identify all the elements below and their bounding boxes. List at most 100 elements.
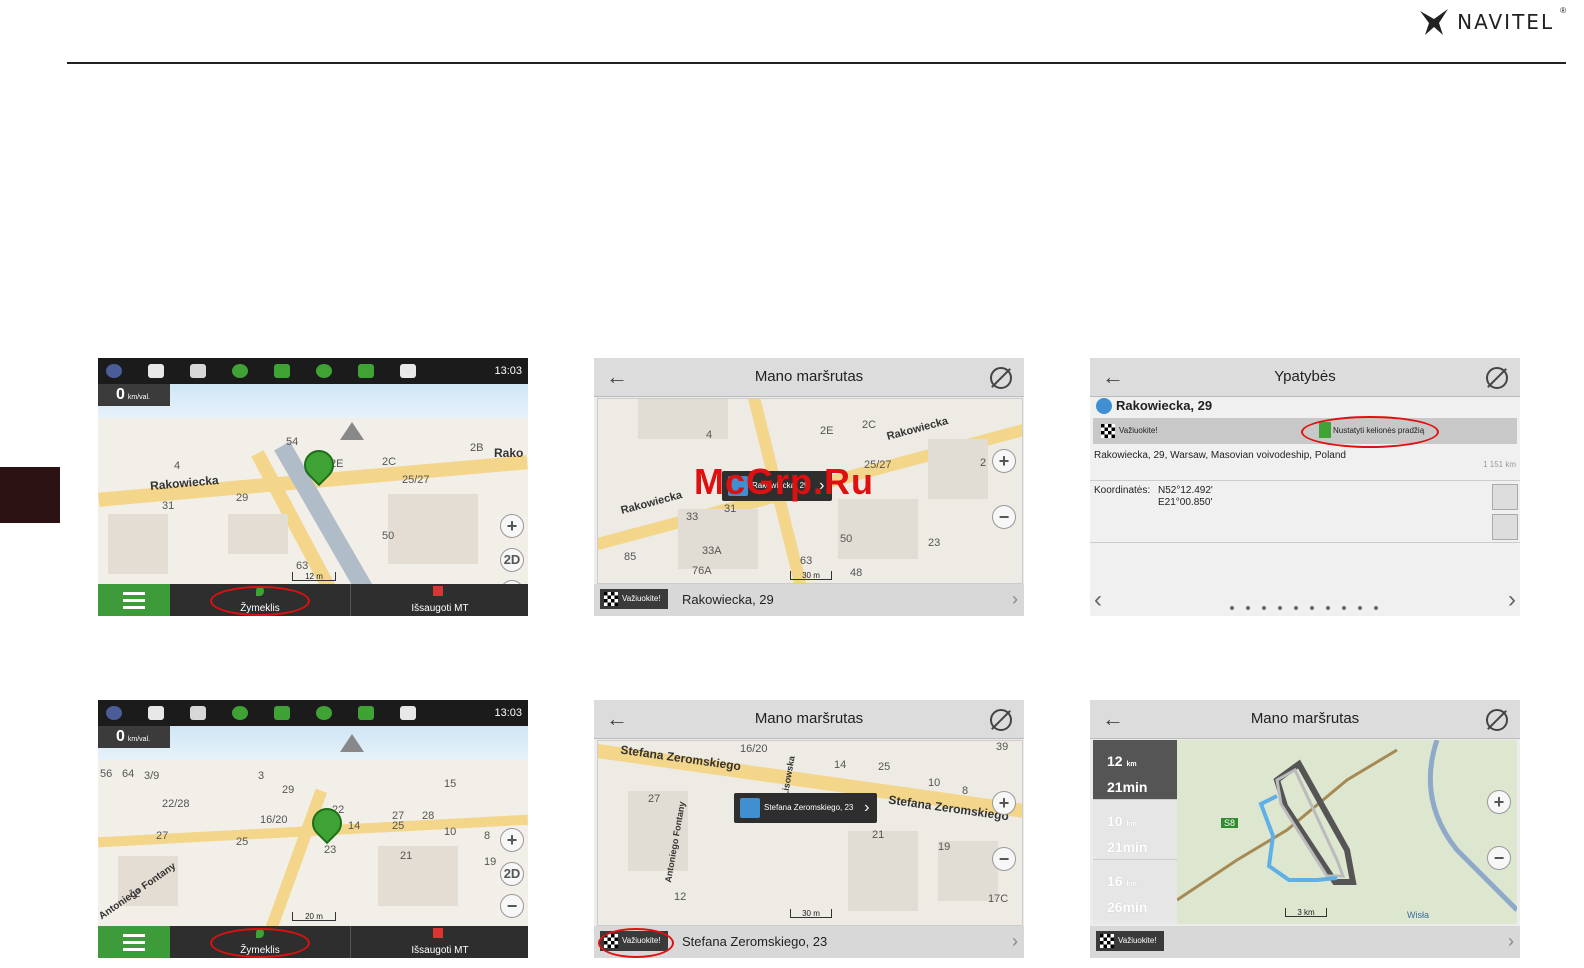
view-mode-button[interactable]: 2D: [500, 548, 524, 572]
saved-waypoint-button[interactable]: Išsaugoti MT: [350, 584, 528, 616]
no-gps-icon[interactable]: [990, 709, 1012, 731]
menu-button[interactable]: [98, 584, 170, 616]
location-callout[interactable]: Stefana Zeromskiego, 23: [734, 793, 878, 823]
map-label: 2B: [470, 442, 484, 454]
no-gps-icon[interactable]: [1486, 709, 1508, 731]
chevron-right-icon[interactable]: ›: [1012, 931, 1018, 952]
route-option[interactable]: 16 km 26min: [1093, 860, 1177, 920]
zoom-in-button[interactable]: +: [500, 828, 524, 852]
status-bar: 13:03: [98, 700, 528, 726]
mail-icon[interactable]: [190, 706, 206, 720]
battery-icon: [358, 706, 374, 720]
map-3d[interactable]: 56 64 3/9 3 29 22/28 16/20 22 27 25 14 2…: [98, 726, 528, 926]
go-button[interactable]: Važiuokite!: [600, 589, 668, 609]
map-3d[interactable]: 54 2E 2C 2B 4 25/27 29 31 50 63 Rako Rak…: [98, 384, 528, 584]
screen-title: Ypatybės: [1274, 368, 1336, 385]
chevron-right-icon[interactable]: ›: [1508, 931, 1514, 952]
menu-icon: [123, 940, 145, 944]
sync-icon[interactable]: [316, 364, 332, 378]
prev-page-icon[interactable]: ‹: [1094, 586, 1102, 614]
route-time: 26min: [1107, 899, 1148, 915]
map-label: 10: [444, 826, 457, 838]
mail-icon[interactable]: [190, 364, 206, 378]
bottom-bar: Važiuokite! Stefana Zeromskiego, 23 ›: [594, 926, 1024, 958]
map-label: 23: [324, 844, 337, 856]
compass-icon[interactable]: [340, 734, 364, 752]
volume-icon[interactable]: [148, 706, 164, 720]
zoom-out-button[interactable]: −: [500, 894, 524, 918]
saved-waypoint-button[interactable]: Išsaugoti MT: [350, 926, 528, 958]
zoom-in-button[interactable]: +: [992, 791, 1016, 815]
map-label: 2C: [862, 419, 877, 431]
route-icon[interactable]: [232, 706, 248, 720]
zoom-out-button[interactable]: −: [992, 847, 1016, 871]
screenshot-my-route-2: ← Mano maršrutas 16/20 14 25 10 8 27 21 …: [594, 700, 1024, 958]
volume-icon[interactable]: [148, 364, 164, 378]
highlight-oval: [1301, 416, 1439, 448]
compass-icon[interactable]: [340, 422, 364, 440]
bottom-bar: Važiuokite! Rakowiecka, 29 ›: [594, 584, 1024, 616]
sync-icon[interactable]: [316, 706, 332, 720]
no-gps-icon[interactable]: [1486, 367, 1508, 389]
zoom-out-button[interactable]: −: [992, 505, 1016, 529]
no-gps-icon[interactable]: [990, 367, 1012, 389]
chevron-right-icon[interactable]: ›: [1012, 589, 1018, 610]
satellite-icon[interactable]: [274, 364, 290, 378]
map-label: 8: [484, 830, 491, 842]
events-icon[interactable]: [400, 706, 416, 720]
route-option[interactable]: 12 km 21min: [1093, 740, 1177, 800]
map-label: 76A: [692, 565, 712, 577]
satellite-icon[interactable]: [274, 706, 290, 720]
battery-icon: [358, 364, 374, 378]
map-label: 48: [850, 567, 863, 579]
map-label: 25: [236, 836, 249, 848]
road-badge: S8: [1221, 818, 1239, 828]
map-label: 63: [296, 560, 309, 572]
view-mode-button[interactable]: 2D: [500, 862, 524, 886]
go-button[interactable]: Važiuokite!: [1097, 421, 1165, 441]
zoom-in-button[interactable]: +: [992, 449, 1016, 473]
map-label: 19: [938, 841, 951, 853]
side-tab: [0, 467, 60, 523]
bottom-bar: Žymeklis Išsaugoti MT: [98, 584, 528, 616]
map-label: 22/28: [162, 798, 190, 810]
map-label: 14: [834, 759, 847, 771]
highlight-oval: [598, 928, 674, 958]
route-distance: 16: [1107, 873, 1123, 889]
map-2d[interactable]: 16/20 14 25 10 8 27 21 19 12 17C 39 Stef…: [597, 740, 1023, 926]
zoom-in-button[interactable]: +: [1487, 790, 1511, 814]
header: ← Mano maršrutas: [1090, 700, 1520, 739]
gps-icon[interactable]: [106, 706, 122, 720]
map-label: 21: [872, 829, 885, 841]
map-label: 2E: [820, 425, 834, 437]
flag-icon: [433, 586, 443, 596]
zoom-out-button[interactable]: −: [1487, 846, 1511, 870]
screenshot-my-route-1: ← Mano maršrutas 4 2E 2C 25/27 33 31 33A…: [594, 358, 1024, 616]
events-icon[interactable]: [400, 364, 416, 378]
map-2d[interactable]: 4 2E 2C 25/27 33 31 33A 85 76A 63 50 48 …: [597, 398, 1023, 584]
map-label: 10: [928, 777, 941, 789]
map-label: 50: [382, 530, 395, 542]
zoom-in-button[interactable]: +: [500, 514, 524, 538]
map-label: 29: [282, 784, 295, 796]
header: ← Ypatybės: [1090, 358, 1520, 397]
gps-icon[interactable]: [106, 364, 122, 378]
route-icon[interactable]: [232, 364, 248, 378]
route-map[interactable]: S8 Wisła 3 km + −: [1177, 740, 1517, 924]
go-button[interactable]: Važiuokite!: [1096, 931, 1164, 951]
map-label: 3: [258, 770, 265, 782]
clock: 13:03: [494, 707, 522, 719]
copy-coords-button[interactable]: [1492, 484, 1518, 510]
map-label: 31: [162, 500, 175, 512]
map-label: 21: [400, 850, 413, 862]
menu-button[interactable]: [98, 926, 170, 958]
map-scale: 30 m: [790, 909, 832, 918]
river-label: Wisła: [1407, 910, 1429, 920]
map-label: 23: [928, 537, 941, 549]
next-page-icon[interactable]: ›: [1508, 586, 1516, 614]
map-label: 28: [422, 810, 435, 822]
send-coords-button[interactable]: [1492, 514, 1518, 540]
route-option[interactable]: 10 km 21min: [1093, 800, 1177, 860]
map-label: 33: [686, 511, 699, 523]
watermark: McGrp.Ru: [694, 461, 875, 502]
